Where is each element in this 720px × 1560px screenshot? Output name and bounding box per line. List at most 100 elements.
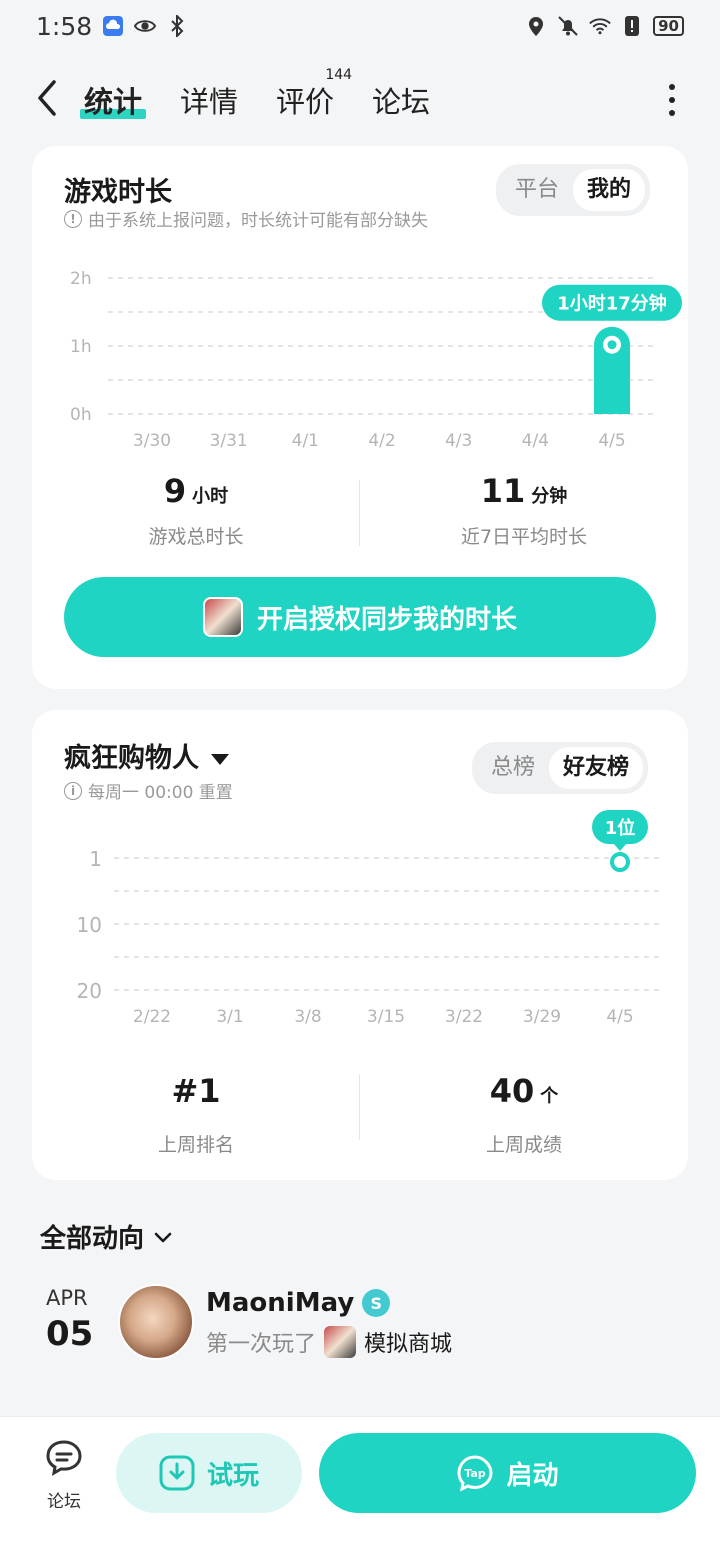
segment-platform[interactable]: 平台 [501,169,573,211]
caret-down-icon [211,754,229,765]
feed-title: 全部动向 [40,1224,145,1254]
rank-bubble-label: 1位 [605,817,636,839]
eye-icon [134,15,157,37]
y-tick-label: 0h [70,405,92,425]
tab-reviews[interactable]: 评价 144 [276,67,352,121]
segment-overall[interactable]: 总榜 [477,747,549,789]
total-playtime-stat: 9 小时 游戏总时长 [32,472,360,549]
forum-label: 论坛 [47,1492,81,1512]
verified-badge-icon: S [362,1289,391,1317]
tab-forum-label: 论坛 [372,85,431,119]
leaderboard-note-text: 每周一 00:00 重置 [88,783,233,803]
feed-action-text: 第一次玩了 [206,1332,317,1357]
mute-bell-icon [557,15,579,37]
feed-user[interactable]: MaoniMay S [206,1288,391,1318]
feed-filter[interactable]: 全部动向 [40,1218,172,1255]
feed-user-name: MaoniMay [206,1288,355,1318]
x-tick-label: 4/1 [292,431,319,451]
launch-button[interactable]: Tap 启动 [319,1433,696,1513]
cloud-icon [102,15,124,37]
try-play-button[interactable]: 试玩 [116,1433,302,1513]
last-week-rank-label: 上周排名 [157,1134,234,1156]
leaderboard-note: i 每周一 00:00 重置 [64,778,233,803]
rank-chart: 1 10 20 2/22 3/1 3/8 3/15 3/22 3/29 4/5 1位 [77,810,660,1027]
playtime-segment: 平台 我的 [496,164,651,216]
total-playtime-value: 9 [163,472,187,510]
status-time: 1:58 [36,11,93,41]
location-icon [525,15,547,37]
info-icon: i [64,781,82,800]
bar-marker-dot [607,340,617,350]
info-icon: ! [64,209,82,228]
x-tick-label: 4/4 [522,431,549,451]
avg-playtime-stat: 11 分钟 近7日平均时长 [360,472,688,549]
top-nav: 统计 详情 评价 144 论坛 [0,62,720,138]
x-tick-label: 3/31 [210,431,248,451]
x-tick-label: 3/22 [445,1007,483,1027]
y-tick-label: 20 [77,979,102,1003]
bar-base [594,344,630,414]
bluetooth-icon [166,15,188,37]
value-bubble-label: 1小时17分钟 [557,293,667,315]
authorize-sync-button[interactable]: 开启授权同步我的时长 [64,577,656,657]
playtime-title: 游戏时长 [64,177,172,208]
last-week-score-value: 40 [489,1072,535,1110]
launch-label: 启动 [506,1460,559,1491]
total-playtime-unit: 小时 [192,486,229,507]
y-tick-label: 2h [70,269,92,289]
more-options-button[interactable] [662,84,682,116]
segment-friends[interactable]: 好友榜 [549,747,644,789]
tab-stats[interactable]: 统计 [80,79,147,121]
playtime-note: ! 由于系统上报问题，时长统计可能有部分缺失 [64,206,428,231]
x-tick-label: 3/30 [133,431,171,451]
avg-playtime-label: 近7日平均时长 [460,526,588,548]
last-week-score-label: 上周成绩 [485,1134,562,1156]
leaderboard-card: 疯狂购物人 i 每周一 00:00 重置 总榜 好友榜 1 10 20 2/22 3/1… [32,710,688,1180]
rank-stats: #1 上周排名 40 个 上周成绩 [32,1072,688,1157]
x-tick-label: 2/22 [133,1007,171,1027]
download-icon [159,1455,195,1491]
feed-game-name[interactable]: 模拟商城 [364,1326,452,1358]
tab-details[interactable]: 详情 [180,79,238,121]
x-tick-label: 4/2 [368,431,395,451]
leaderboard-title[interactable]: 疯狂购物人 [64,736,229,775]
more-dot [669,84,675,90]
last-week-score-unit: 个 [540,1086,559,1107]
avg-playtime-unit: 分钟 [531,486,568,507]
back-button[interactable] [30,78,66,118]
feed-item[interactable]: APR 05 MaoniMay S 第一次玩了 模拟商城 [40,1280,680,1370]
playtime-stats: 9 小时 游戏总时长 11 分钟 近7日平均时长 [32,472,688,549]
x-tick-label: 3/29 [523,1007,561,1027]
status-bar: 1:58 90 [0,0,720,52]
tab-details-label: 详情 [180,85,239,119]
rank-bubble-tail [613,843,627,851]
more-dot [669,110,675,116]
segment-mine[interactable]: 我的 [573,169,646,211]
y-tick-label: 10 [77,913,102,937]
x-tick-label: 4/5 [606,1007,633,1027]
game-thumbnail [202,597,243,637]
avg-playtime-value: 11 [480,472,526,510]
feed-activity: 第一次玩了 模拟商城 [206,1326,452,1358]
bottom-action-bar: 论坛 试玩 Tap 启动 [0,1416,720,1560]
tab-forum[interactable]: 论坛 [372,79,430,121]
feed-date-day: 05 [46,1314,94,1354]
rank-point [610,852,630,872]
tab-reviews-label: 评价 [276,85,335,119]
stat-divider [359,1074,360,1140]
last-week-rank-value: #1 [171,1072,221,1110]
x-tick-label: 3/1 [216,1007,243,1027]
x-tick-label: 3/15 [367,1007,405,1027]
total-playtime-label: 游戏总时长 [148,526,244,548]
tab-stats-label: 统计 [84,85,143,119]
more-dot [669,97,675,103]
y-tick-label: 1 [89,847,102,871]
stat-divider [359,480,360,546]
x-tick-label: 3/8 [294,1007,321,1027]
review-count-badge: 144 [325,67,353,83]
forum-button[interactable]: 论坛 [36,1437,92,1512]
x-tick-label: 4/5 [598,431,625,451]
avatar[interactable] [118,1284,194,1360]
x-tick-label: 4/3 [445,431,472,451]
svg-text:Tap: Tap [465,1467,487,1480]
